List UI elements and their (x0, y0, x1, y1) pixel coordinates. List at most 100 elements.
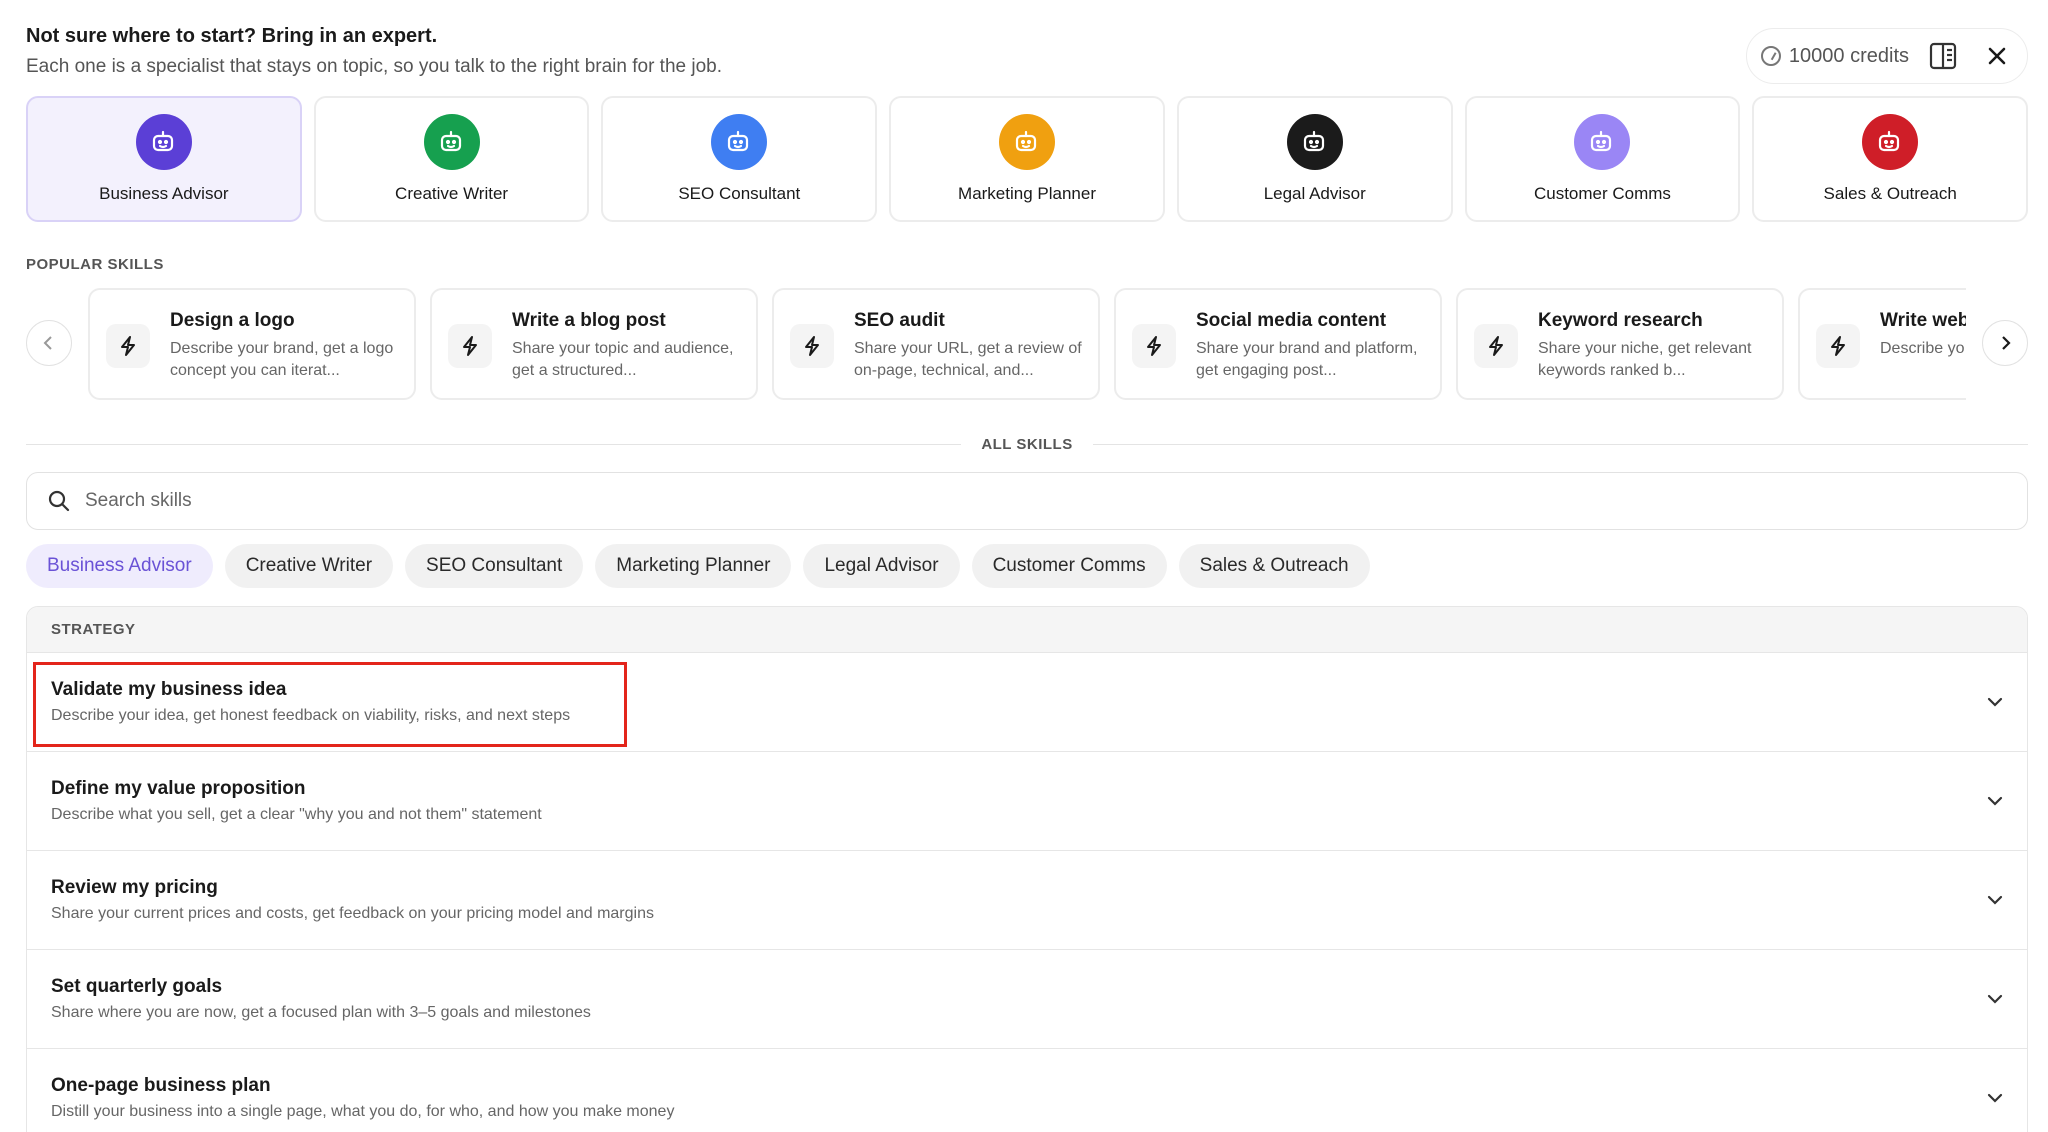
skill-title: Keyword research (1538, 310, 1703, 331)
row-description: Describe what you sell, get a clear "why… (51, 806, 542, 823)
robot-icon (999, 114, 1056, 170)
coin-icon (1760, 46, 1781, 66)
skill-row-define-my-value-proposition[interactable]: Define my value proposition Describe what… (27, 752, 2027, 851)
row-title: Validate my business idea (51, 679, 287, 700)
row-title: Define my value proposition (51, 778, 306, 799)
top-toolbar: 10000 credits (1745, 28, 2028, 84)
popular-skill-card[interactable]: Keyword research Share your niche, get re… (1456, 288, 1784, 400)
expert-card-customer-comms[interactable]: Customer Comms (1464, 96, 1741, 222)
close-icon (1988, 47, 2006, 65)
row-description: Share where you are now, get a focused p… (51, 1004, 591, 1021)
expert-label: Creative Writer (395, 184, 509, 203)
skill-text: Keyword research Share your niche, get re… (1538, 308, 1766, 382)
expert-cards: Business Advisor Creative Writer SEO Consu… (26, 96, 2029, 222)
skill-title: SEO audit (854, 310, 945, 331)
skill-text: Write a blog post Share your topic and au… (512, 308, 740, 382)
expert-label: Marketing Planner (958, 184, 1096, 203)
skill-title: Design a logo (170, 310, 295, 331)
filter-chip-seo-consultant[interactable]: SEO Consultant (405, 544, 584, 588)
row-text: Define my value proposition Describe what… (51, 778, 542, 824)
row-title: Review my pricing (51, 877, 218, 898)
popular-skill-card[interactable]: Write web Describe yo goal, get co (1798, 288, 1966, 400)
skill-title: Write web (1880, 310, 1966, 331)
row-title: One-page business plan (51, 1075, 271, 1096)
skill-description: Share your niche, get relevant keywords … (1538, 340, 1752, 379)
chevron-down-icon[interactable] (1985, 791, 2005, 811)
expert-card-seo-consultant[interactable]: SEO Consultant (601, 96, 878, 222)
row-description: Share your current prices and costs, get… (51, 905, 654, 922)
skill-title: Write a blog post (512, 310, 666, 331)
expert-card-business-advisor[interactable]: Business Advisor (26, 96, 302, 222)
chevron-down-icon[interactable] (1985, 890, 2005, 910)
filter-chip-business-advisor[interactable]: Business Advisor (26, 544, 213, 588)
skill-text: Social media content Share your brand and… (1196, 308, 1424, 382)
popular-skill-card[interactable]: Design a logo Describe your brand, get a … (88, 288, 416, 400)
row-text: Set quarterly goals Share where you are n… (51, 976, 591, 1022)
bolt-icon (448, 324, 492, 368)
skill-description: Share your topic and audience, get a str… (512, 340, 734, 379)
expert-filter-chips: Business Advisor Creative Writer SEO Consu… (26, 544, 1370, 588)
chevron-left-icon (43, 336, 52, 350)
search-input[interactable] (85, 490, 2007, 512)
chevron-down-icon[interactable] (1985, 989, 2005, 1009)
filter-chip-legal-advisor[interactable]: Legal Advisor (803, 544, 960, 588)
expert-label: Customer Comms (1533, 184, 1671, 203)
chevron-down-icon[interactable] (1985, 1088, 2005, 1108)
row-text: One-page business plan Distill your busin… (51, 1075, 674, 1121)
all-skills-divider: ALL SKILLS (26, 434, 2029, 454)
skill-text: Write web Describe yo goal, get co (1880, 308, 1966, 360)
skill-track: Design a logo Describe your brand, get a … (88, 288, 1966, 400)
panel-toggle-button[interactable] (1923, 36, 1963, 76)
skill-description: Share your brand and platform, get engag… (1196, 340, 1418, 379)
skill-title: Social media content (1196, 310, 1387, 331)
close-button[interactable] (1977, 36, 2017, 76)
intro-title: Not sure where to start? Bring in an exp… (26, 25, 438, 47)
expert-card-legal-advisor[interactable]: Legal Advisor (1176, 96, 1453, 222)
skill-row-review-my-pricing[interactable]: Review my pricing Share your current pric… (27, 851, 2027, 950)
row-title: Set quarterly goals (51, 976, 223, 997)
popular-skill-card[interactable]: Social media content Share your brand and… (1114, 288, 1442, 400)
popular-skill-card[interactable]: SEO audit Share your URL, get a review of… (772, 288, 1100, 400)
skill-list: STRATEGY Validate my business idea Descri… (26, 606, 2028, 1132)
robot-icon (423, 114, 480, 170)
skill-row-validate-my-business-idea[interactable]: Validate my business idea Describe your i… (27, 653, 2027, 752)
skill-text: Design a logo Describe your brand, get a … (170, 308, 398, 382)
filter-chip-marketing-planner[interactable]: Marketing Planner (595, 544, 792, 588)
skill-row-one-page-business-plan[interactable]: One-page business plan Distill your busin… (27, 1049, 2027, 1132)
search-box (26, 472, 2028, 530)
intro: Not sure where to start? Bring in an exp… (26, 22, 722, 82)
search-icon (48, 490, 70, 512)
carousel-prev-button[interactable] (26, 320, 72, 366)
robot-icon (711, 114, 768, 170)
bolt-icon (790, 324, 834, 368)
expert-card-sales-and-outreach[interactable]: Sales & Outreach (1752, 96, 2029, 222)
filter-chip-customer-comms[interactable]: Customer Comms (971, 544, 1167, 588)
skill-description: Share your URL, get a review of on-page,… (854, 340, 1082, 379)
expert-card-marketing-planner[interactable]: Marketing Planner (889, 96, 1165, 222)
robot-icon (1286, 114, 1343, 170)
row-description: Distill your business into a single page… (51, 1103, 675, 1120)
skill-description: Describe yo goal, get co (1880, 340, 1966, 357)
skill-row-set-quarterly-goals[interactable]: Set quarterly goals Share where you are n… (27, 950, 2027, 1049)
robot-icon (135, 114, 192, 170)
filter-chip-creative-writer[interactable]: Creative Writer (224, 544, 394, 588)
popular-skill-card[interactable]: Write a blog post Share your topic and au… (430, 288, 758, 400)
robot-icon (1862, 114, 1919, 170)
carousel-next-button[interactable] (1982, 320, 2028, 366)
skill-text: SEO audit Share your URL, get a review of… (854, 308, 1082, 382)
popular-skills-carousel: Design a logo Describe your brand, get a … (26, 288, 2028, 400)
chevron-right-icon (2002, 336, 2011, 350)
bolt-icon (1816, 324, 1860, 368)
intro-subtitle: Each one is a specialist that stays on t… (26, 56, 722, 77)
expert-card-creative-writer[interactable]: Creative Writer (313, 96, 590, 222)
list-section-header: STRATEGY (27, 607, 2027, 653)
bolt-icon (1474, 324, 1518, 368)
popular-skills-label: POPULAR SKILLS (26, 256, 164, 273)
filter-chip-sales-and-outreach[interactable]: Sales & Outreach (1178, 544, 1370, 588)
credits-display[interactable]: 10000 credits (1760, 45, 1909, 68)
row-text: Validate my business idea Describe your i… (51, 679, 570, 725)
row-description: Describe your idea, get honest feedback … (51, 707, 571, 724)
chevron-down-icon[interactable] (1985, 692, 2005, 712)
all-skills-label: ALL SKILLS (981, 435, 1073, 453)
robot-icon (1574, 114, 1631, 170)
